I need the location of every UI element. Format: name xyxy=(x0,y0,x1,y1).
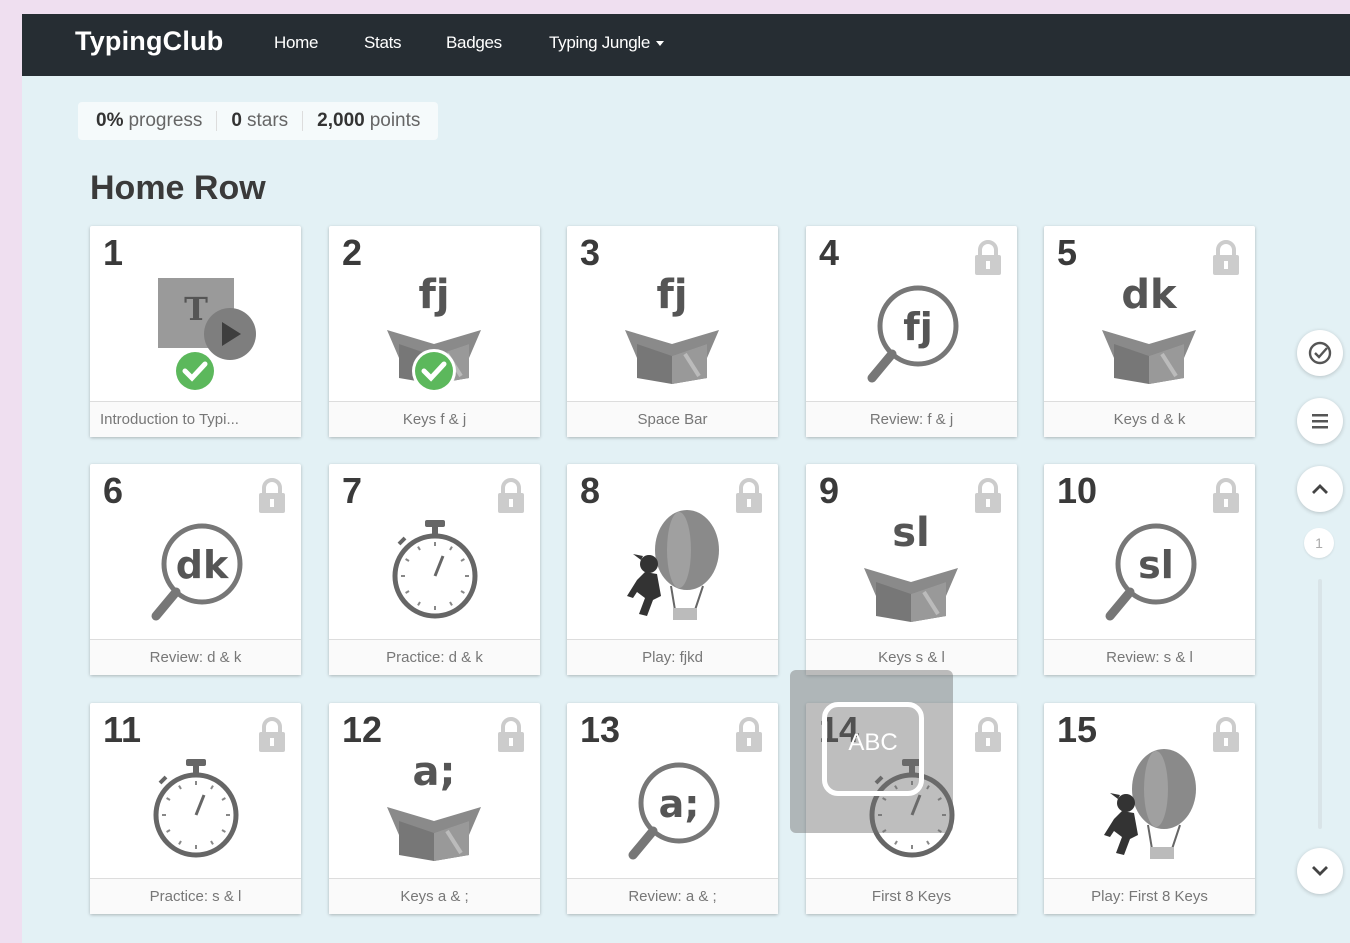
lesson-card-13[interactable]: 13 a; Review: a & ; xyxy=(567,703,778,914)
lesson-label: Keys f & j xyxy=(329,401,540,437)
lesson-key-glyph: fj xyxy=(418,272,449,318)
lesson-label: Review: s & l xyxy=(1044,639,1255,675)
hamburger-menu-icon xyxy=(1312,414,1328,429)
lesson-key-glyph: dk xyxy=(176,543,229,587)
section-title: Home Row xyxy=(90,169,266,207)
check-progress-button[interactable] xyxy=(1297,330,1343,376)
stopwatch-icon xyxy=(90,743,301,875)
lesson-card-10[interactable]: 10 sl Review: s & l xyxy=(1044,464,1255,675)
nav-dropdown-label: Typing Jungle xyxy=(549,33,651,52)
box-icon: a; xyxy=(329,743,540,875)
lesson-card-5[interactable]: 5 dk Keys d & k xyxy=(1044,226,1255,437)
nav-dropdown-typing-jungle[interactable]: Typing Jungle xyxy=(549,33,665,53)
lesson-label: First 8 Keys xyxy=(806,878,1017,914)
nav-link-home[interactable]: Home xyxy=(274,33,318,53)
lesson-label: Review: d & k xyxy=(90,639,301,675)
lesson-label: Review: a & ; xyxy=(567,878,778,914)
brand-logo[interactable]: TypingClub xyxy=(75,26,223,57)
lesson-card-9[interactable]: 9 sl Keys s & l xyxy=(806,464,1017,675)
page-indicator: 1 xyxy=(1304,528,1334,558)
video-intro-icon: T xyxy=(90,266,301,398)
lesson-key-glyph: sl xyxy=(892,510,930,556)
nav-link-badges[interactable]: Badges xyxy=(446,33,502,53)
scroll-down-button[interactable] xyxy=(1297,848,1343,894)
lesson-key-glyph: dk xyxy=(1121,272,1178,318)
points-label: points xyxy=(369,110,421,131)
svg-text:T: T xyxy=(184,290,208,328)
top-navbar: TypingClub Home Stats Badges Typing Jung… xyxy=(22,14,1350,76)
lesson-label: Practice: s & l xyxy=(90,878,301,914)
caret-down-icon xyxy=(656,41,665,47)
lesson-card-7[interactable]: 7 Practice: d & k xyxy=(329,464,540,675)
magnifier-icon: dk xyxy=(90,504,301,636)
divider xyxy=(302,111,304,131)
progress-label: progress xyxy=(128,110,203,131)
lesson-label: Practice: d & k xyxy=(329,639,540,675)
divider xyxy=(216,111,218,131)
lesson-label: Keys a & ; xyxy=(329,878,540,914)
lesson-card-11[interactable]: 11 Practice: s & l xyxy=(90,703,301,914)
menu-button[interactable] xyxy=(1297,398,1343,444)
abc-keyboard-icon: ABC xyxy=(822,702,924,796)
stopwatch-icon xyxy=(329,504,540,636)
lesson-key-glyph: a; xyxy=(413,749,456,795)
balloon-game-icon xyxy=(567,504,778,636)
lesson-label: Review: f & j xyxy=(806,401,1017,437)
lesson-label: Play: fjkd xyxy=(567,639,778,675)
lesson-key-glyph: fj xyxy=(903,305,933,349)
box-icon: fj xyxy=(567,266,778,398)
lesson-label: Introduction to Typi... xyxy=(90,401,301,437)
progress-value: 0% xyxy=(96,110,124,131)
lesson-card-3[interactable]: 3 fj Space Bar xyxy=(567,226,778,437)
stars-label: stars xyxy=(246,110,289,131)
lesson-card-6[interactable]: 6 dk Review: d & k xyxy=(90,464,301,675)
scroll-track[interactable] xyxy=(1318,579,1322,829)
lesson-card-2[interactable]: 2 fj Keys f & j xyxy=(329,226,540,437)
lesson-card-15[interactable]: 15 Play: First 8 Keys xyxy=(1044,703,1255,914)
lesson-card-4[interactable]: 4 fj Review: f & j xyxy=(806,226,1017,437)
magnifier-icon: sl xyxy=(1044,504,1255,636)
magnifier-icon: a; xyxy=(567,743,778,875)
magnifier-icon: fj xyxy=(806,266,1017,398)
keyboard-overlay: ABC xyxy=(790,670,953,833)
lesson-key-glyph: fj xyxy=(656,272,687,318)
lesson-key-glyph: a; xyxy=(659,782,700,826)
points-value: 2,000 xyxy=(317,110,365,131)
lesson-label: Keys d & k xyxy=(1044,401,1255,437)
box-icon: dk xyxy=(1044,266,1255,398)
chevron-up-icon xyxy=(1312,484,1328,494)
balloon-game-icon xyxy=(1044,743,1255,875)
lesson-key-glyph: sl xyxy=(1138,543,1174,587)
scroll-up-button[interactable] xyxy=(1297,466,1343,512)
app-window: TypingClub Home Stats Badges Typing Jung… xyxy=(22,14,1350,943)
overlay-text: ABC xyxy=(848,729,898,756)
progress-summary: 0% progress 0 stars 2,000 points xyxy=(78,102,439,140)
box-icon: sl xyxy=(806,504,1017,636)
box-icon: fj xyxy=(329,266,540,398)
nav-link-stats[interactable]: Stats xyxy=(364,33,402,53)
stars-value: 0 xyxy=(231,110,242,131)
chevron-down-icon xyxy=(1312,866,1328,876)
lesson-label: Play: First 8 Keys xyxy=(1044,878,1255,914)
lesson-card-12[interactable]: 12 a; Keys a & ; xyxy=(329,703,540,914)
lesson-card-8[interactable]: 8 Play: fjkd xyxy=(567,464,778,675)
lesson-label: Space Bar xyxy=(567,401,778,437)
lesson-card-1[interactable]: 1 T Introduction to Typi... xyxy=(90,226,301,437)
check-circle-icon xyxy=(1308,341,1332,365)
